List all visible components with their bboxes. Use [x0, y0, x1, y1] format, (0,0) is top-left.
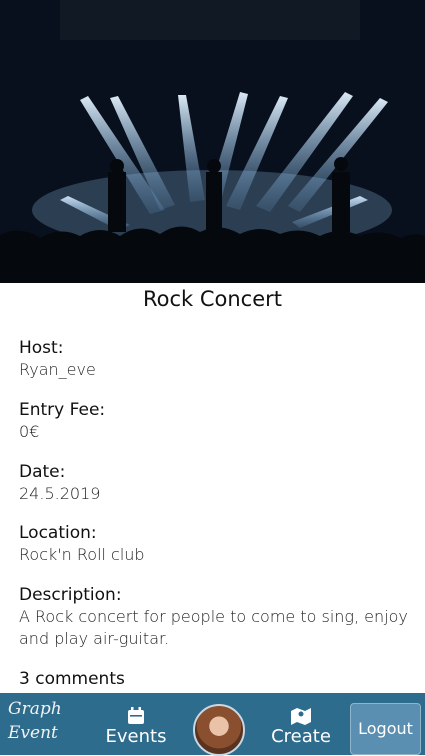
- graph-event-logo[interactable]: Graph Event: [8, 697, 88, 753]
- host-label: Host:: [19, 338, 64, 358]
- location-value: Rock'n Roll club: [19, 545, 145, 564]
- location-detail: Location: Rock'n Roll club: [19, 522, 414, 566]
- date-label: Date:: [19, 462, 66, 482]
- description-detail: Description: A Rock concert for people t…: [19, 584, 414, 650]
- description-label: Description:: [19, 585, 122, 605]
- logo-line-2: Event: [8, 723, 58, 743]
- bottom-navbar: Graph Event Events Create Logout: [0, 693, 425, 756]
- date-detail: Date: 24.5.2019: [19, 461, 414, 505]
- entry-fee-detail: Entry Fee: 0€: [19, 399, 414, 443]
- calendar-icon: [128, 707, 144, 724]
- host-value: Ryan_eve: [19, 360, 96, 379]
- entry-fee-label: Entry Fee:: [19, 400, 106, 420]
- map-icon: [291, 708, 311, 725]
- event-title: Rock Concert: [142, 287, 283, 311]
- entry-fee-value: 0€: [19, 422, 40, 441]
- location-label: Location:: [19, 523, 97, 543]
- user-avatar[interactable]: [193, 704, 245, 756]
- events-nav-label: Events: [105, 726, 167, 747]
- event-cover-image: [0, 0, 425, 283]
- description-value: A Rock concert for people to come to sin…: [19, 607, 408, 648]
- create-nav-label: Create: [271, 726, 331, 747]
- comments-link[interactable]: 3 comments: [19, 667, 125, 691]
- logout-button[interactable]: Logout: [350, 703, 421, 755]
- host-detail: Host: Ryan_eve: [19, 337, 414, 381]
- logo-line-1: Graph: [8, 699, 62, 719]
- create-nav-button[interactable]: Create: [266, 699, 336, 747]
- date-value: 24.5.2019: [19, 484, 101, 503]
- events-nav-button[interactable]: Events: [103, 699, 169, 747]
